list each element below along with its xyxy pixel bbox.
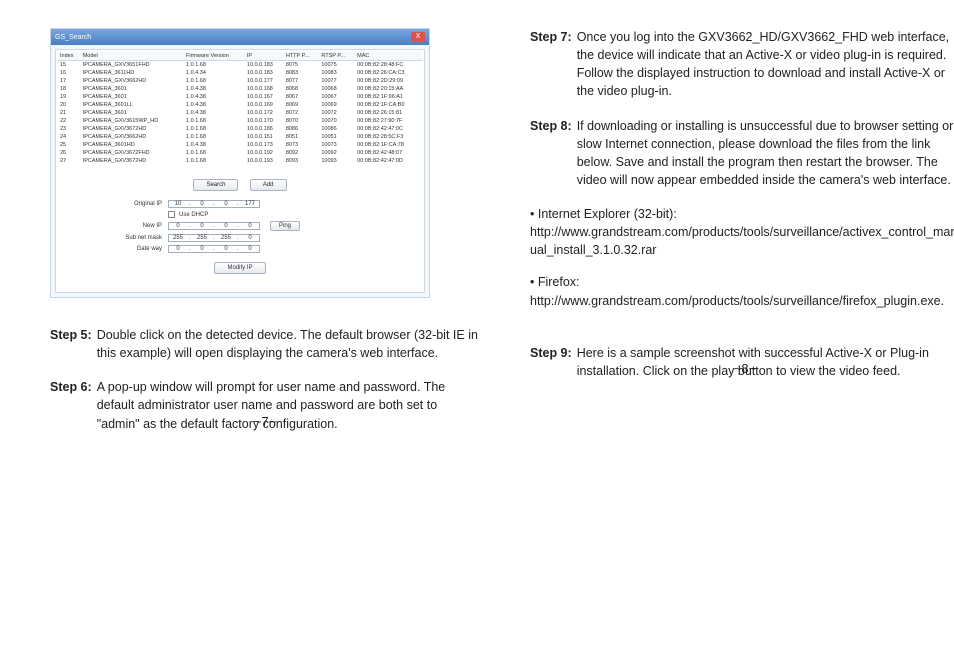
ff-link-label: • Firefox:: [530, 273, 954, 291]
step-7: Step 7: Once you log into the GXV3662_HD…: [530, 28, 954, 101]
column-header: Index: [58, 52, 81, 61]
device-table: IndexModelFirmware VersionIPHTTP P...RTS…: [58, 52, 422, 165]
table-row[interactable]: 23IPCAMERA_GXV3672HD1.0.1.6810.0.0.18680…: [58, 125, 422, 133]
table-row[interactable]: 15IPCAMERA_GXV3651FHD1.0.1.6810.0.0.1838…: [58, 61, 422, 70]
table-row[interactable]: 19IPCAMERA_36011.0.4.3810.0.0.1678067100…: [58, 93, 422, 101]
ping-button[interactable]: Ping: [270, 221, 300, 231]
step-7-text: Once you log into the GXV3662_HD/GXV3662…: [577, 28, 954, 101]
column-header: MAC: [355, 52, 422, 61]
step-8-text: If downloading or installing is unsucces…: [577, 117, 954, 190]
close-icon[interactable]: X: [411, 32, 425, 42]
table-row[interactable]: 24IPCAMERA_GXV3662HD1.0.1.6810.0.0.15180…: [58, 133, 422, 141]
screenshot-window: GS_Search X IndexModelFirmware VersionIP…: [50, 28, 430, 298]
ie-link-url: http://www.grandstream.com/products/tool…: [530, 223, 954, 259]
column-header: RTSP P...: [319, 52, 355, 61]
step-5-text: Double click on the detected device. The…: [97, 326, 480, 362]
page-number-right: ~8~: [530, 361, 954, 376]
column-header: Model: [81, 52, 184, 61]
ff-link-url: http://www.grandstream.com/products/tool…: [530, 292, 954, 310]
original-ip-field[interactable]: 10. 0. 0. 177: [168, 200, 260, 208]
table-header-row: IndexModelFirmware VersionIPHTTP P...RTS…: [58, 52, 422, 61]
table-row[interactable]: 26IPCAMERA_GXV3672FHD1.0.1.6810.0.0.1928…: [58, 149, 422, 157]
original-ip-label: Original IP: [108, 201, 168, 207]
gateway-field[interactable]: 0. 0. 0. 0: [168, 245, 260, 253]
column-header: IP: [245, 52, 284, 61]
modify-ip-button[interactable]: Modify IP: [214, 262, 265, 274]
step-5: Step 5: Double click on the detected dev…: [50, 326, 480, 362]
table-row[interactable]: 20IPCAMERA_3601LL1.0.4.3810.0.0.16980691…: [58, 101, 422, 109]
step-7-label: Step 7:: [530, 28, 572, 101]
page-number-left: ~7~: [50, 414, 480, 429]
table-row[interactable]: 16IPCAMERA_3611HD1.0.4.3410.0.0.18380831…: [58, 69, 422, 77]
ie-link-label: • Internet Explorer (32-bit):: [530, 205, 954, 223]
add-button[interactable]: Add: [250, 179, 287, 191]
table-row[interactable]: 27IPCAMERA_GXV3672HD1.0.1.6810.0.0.19380…: [58, 157, 422, 165]
gateway-label: Gate way: [108, 246, 168, 252]
window-titlebar: GS_Search X: [51, 29, 429, 45]
ip-config-panel: Original IP 10. 0. 0. 177 Use DHCP New I…: [58, 200, 422, 290]
button-row: Search Add: [58, 165, 422, 197]
new-ip-label: New IP: [108, 223, 168, 229]
table-row[interactable]: 17IPCAMERA_GXV3662HD1.0.1.6810.0.0.17780…: [58, 77, 422, 85]
step-8: Step 8: If downloading or installing is …: [530, 117, 954, 190]
subnet-field[interactable]: 255. 255. 255. 0: [168, 234, 260, 242]
search-button[interactable]: Search: [193, 179, 238, 191]
step-5-label: Step 5:: [50, 326, 92, 362]
subnet-label: Sub net mask: [108, 235, 168, 241]
dhcp-checkbox[interactable]: [168, 211, 175, 218]
page-right: Step 7: Once you log into the GXV3662_HD…: [530, 28, 954, 396]
ie-link-block: • Internet Explorer (32-bit): http://www…: [530, 205, 954, 259]
step-8-label: Step 8:: [530, 117, 572, 190]
dhcp-label: Use DHCP: [179, 212, 208, 218]
window-body: IndexModelFirmware VersionIPHTTP P...RTS…: [55, 49, 425, 293]
table-row[interactable]: 21IPCAMERA_36011.0.4.3810.0.0.1728072100…: [58, 109, 422, 117]
ff-link-block: • Firefox: http://www.grandstream.com/pr…: [530, 273, 954, 309]
column-header: Firmware Version: [184, 52, 245, 61]
table-row[interactable]: 18IPCAMERA_36011.0.4.3810.0.0.1688068100…: [58, 85, 422, 93]
window-title: GS_Search: [55, 34, 91, 41]
table-row[interactable]: 22IPCAMERA_GXV3615WP_HD1.0.1.6810.0.0.17…: [58, 117, 422, 125]
new-ip-field[interactable]: 0. 0. 0. 0: [168, 222, 260, 230]
column-header: HTTP P...: [284, 52, 320, 61]
page-left: GS_Search X IndexModelFirmware VersionIP…: [50, 28, 480, 449]
table-row[interactable]: 25IPCAMERA_3601HD1.0.4.3810.0.0.17380731…: [58, 141, 422, 149]
